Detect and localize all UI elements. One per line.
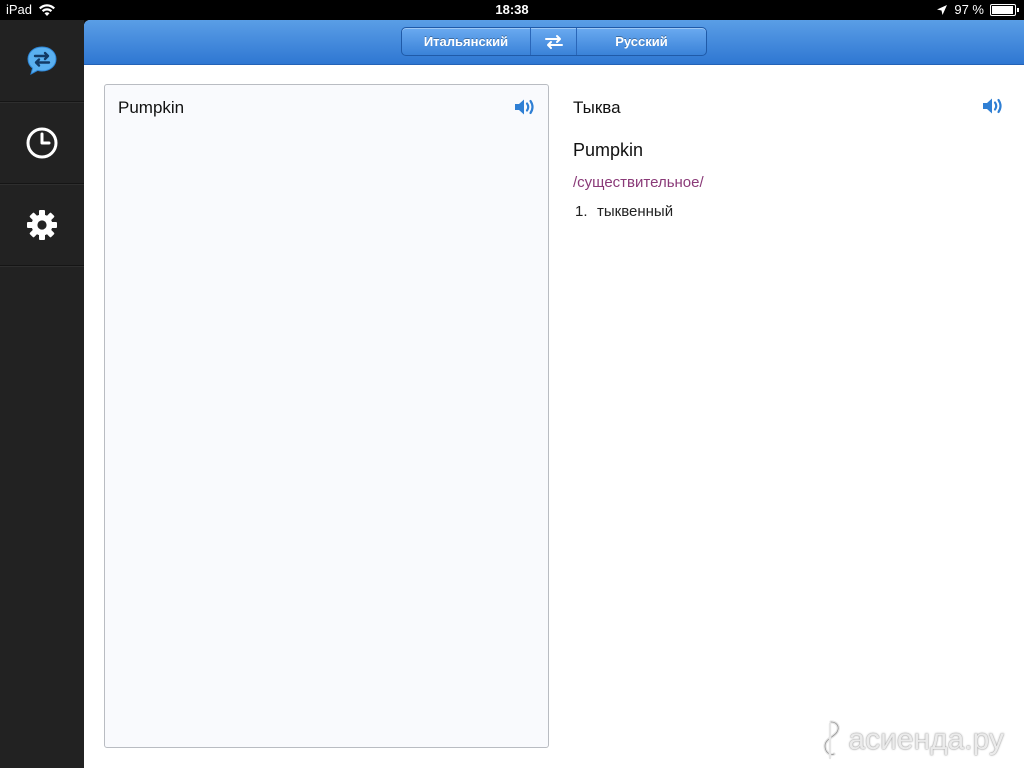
watermark-logo-icon	[823, 720, 841, 760]
swap-languages-button[interactable]	[531, 28, 577, 55]
sidebar	[0, 20, 84, 768]
status-time: 18:38	[495, 2, 529, 17]
clock-icon	[26, 127, 58, 158]
translation-text: Тыква	[573, 98, 621, 117]
speaker-icon[interactable]	[513, 97, 539, 117]
status-right: 97 %	[936, 2, 1019, 17]
part-of-speech: /существительное/	[573, 174, 704, 191]
meaning-item: 1. тыквенный	[575, 203, 673, 220]
top-toolbar: Итальянский Русский	[84, 20, 1024, 65]
translation-result: Тыква Pumpkin /существительное/ 1. тыкве…	[573, 84, 1013, 284]
watermark-text: асиенда.ру	[848, 723, 1004, 756]
watermark: асиенда.ру	[818, 720, 1004, 760]
sidebar-item-settings[interactable]	[0, 184, 84, 266]
sidebar-item-history[interactable]	[0, 102, 84, 184]
meaning-text: тыквенный	[597, 203, 674, 220]
translate-bubble-icon	[27, 45, 57, 75]
meaning-number: 1.	[575, 203, 588, 220]
language-selector: Итальянский Русский	[401, 27, 707, 56]
location-arrow-icon	[937, 4, 948, 15]
sidebar-item-translate[interactable]	[0, 20, 84, 102]
battery-percent: 97 %	[954, 2, 984, 17]
battery-icon	[990, 3, 1019, 16]
input-text[interactable]: Pumpkin	[118, 98, 184, 118]
app-content: Итальянский Русский Pumpkin Тыква Pumpki…	[84, 20, 1024, 768]
target-language-button[interactable]: Русский	[577, 28, 706, 55]
gear-icon	[27, 209, 57, 240]
dictionary-headword: Pumpkin	[573, 140, 644, 160]
speaker-icon[interactable]	[981, 96, 1007, 116]
status-bar: iPad 18:38 97 %	[0, 0, 1024, 20]
source-language-button[interactable]: Итальянский	[402, 28, 531, 55]
input-text-area[interactable]: Pumpkin	[104, 84, 549, 748]
swap-arrows-icon	[544, 34, 563, 49]
battery-fill	[992, 5, 1014, 14]
